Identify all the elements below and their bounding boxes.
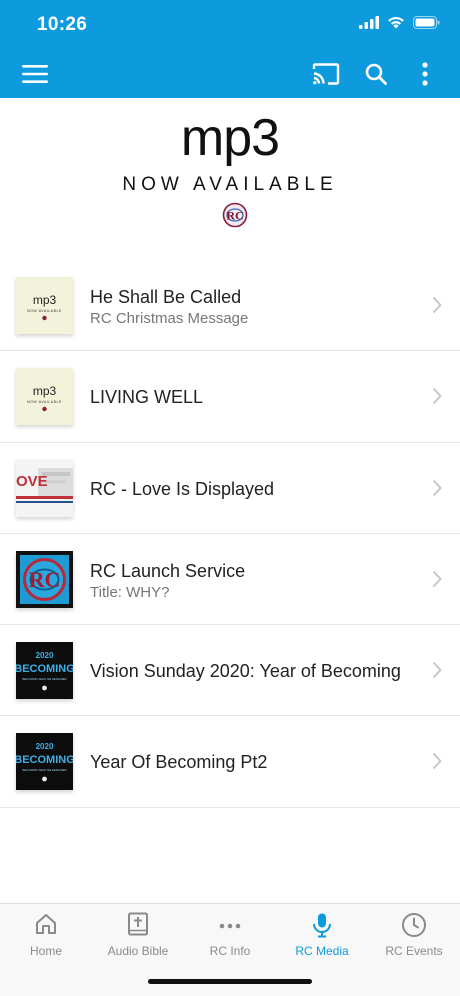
more-icon (219, 923, 241, 929)
status-bar: 10:26 (0, 0, 460, 50)
banner-subhead: NOW AVAILABLE (122, 174, 338, 195)
cast-button[interactable] (310, 58, 342, 90)
media-item[interactable]: 2020 BECOMING BECOMING WHAT HE DESIGNED … (0, 716, 460, 808)
clock-icon (402, 913, 426, 937)
svg-text:mp3: mp3 (33, 293, 57, 307)
svg-text:BECOMING WHAT HE DESIGNED: BECOMING WHAT HE DESIGNED (22, 768, 66, 772)
item-title: RC Launch Service (90, 560, 246, 581)
menu-button[interactable] (19, 58, 51, 90)
mp3-thumbnail-image: mp3 NOW AVAILABLE (16, 368, 73, 426)
search-button[interactable] (360, 58, 392, 90)
item-subtitle: RC Christmas Message (90, 310, 249, 327)
tab-audio-bible[interactable]: Audio Bible (92, 904, 184, 974)
rc-launch-thumbnail-image: RC (16, 550, 73, 608)
app-toolbar (0, 50, 460, 98)
svg-text:BECOMING: BECOMING (16, 663, 73, 675)
tab-rc-events[interactable]: RC Events (368, 904, 460, 974)
thumbnail: OVE (16, 459, 73, 517)
item-subtitle: Title: WHY? (90, 583, 170, 601)
tab-label: Audio Bible (107, 944, 169, 958)
tab-rc-media[interactable]: RC Media (276, 904, 368, 974)
svg-text:BECOMING: BECOMING (16, 754, 73, 766)
media-item[interactable]: RC RC Launch Service Title: WHY? (0, 534, 460, 626)
svg-text:2020: 2020 (36, 651, 54, 660)
tab-label: RC Media (295, 944, 349, 958)
tab-label: RC Info (209, 944, 251, 958)
battery-icon (413, 16, 440, 29)
media-list: mp3 NOW AVAILABLE He Shall Be Called RC … (0, 260, 460, 808)
promo-banner[interactable]: mp3 NOW AVAILABLE RC (0, 98, 460, 258)
media-item[interactable]: mp3 NOW AVAILABLE LIVING WELL (0, 351, 460, 443)
item-title: LIVING WELL (90, 387, 204, 408)
chevron-right-icon (432, 662, 442, 679)
tab-label: Home (29, 944, 62, 958)
banner-headline: mp3 (180, 109, 280, 167)
overflow-menu-button[interactable] (409, 58, 441, 90)
bible-icon (128, 912, 148, 936)
thumbnail: mp3 NOW AVAILABLE (16, 277, 73, 334)
svg-text:BECOMING WHAT HE DESIGNED: BECOMING WHAT HE DESIGNED (22, 677, 66, 681)
chevron-right-icon (432, 570, 442, 588)
chevron-right-icon (432, 753, 442, 770)
home-indicator (148, 979, 312, 984)
svg-text:NOW AVAILABLE: NOW AVAILABLE (27, 400, 62, 404)
media-item[interactable]: OVE RC - Love Is Displayed (0, 443, 460, 534)
item-title: He Shall Be Called (90, 287, 242, 307)
wifi-icon (388, 16, 404, 29)
svg-text:2020: 2020 (36, 742, 54, 751)
svg-text:mp3: mp3 (33, 384, 57, 398)
tab-home[interactable]: Home (0, 904, 92, 974)
svg-text:NOW AVAILABLE: NOW AVAILABLE (27, 309, 62, 313)
tab-label: RC Events (385, 944, 443, 958)
home-icon (36, 914, 56, 934)
svg-text:RC: RC (226, 209, 243, 223)
love-thumbnail-image: OVE (16, 459, 73, 517)
cast-icon (312, 63, 340, 85)
item-title: RC - Love Is Displayed (90, 478, 275, 499)
mp3-thumbnail-image: mp3 NOW AVAILABLE (16, 277, 73, 334)
status-time: 10:26 (37, 14, 88, 35)
thumbnail: RC (16, 550, 73, 608)
chevron-right-icon (432, 296, 442, 314)
svg-text:RC: RC (29, 567, 61, 592)
more-vertical-icon (422, 62, 428, 86)
chevron-right-icon (432, 388, 442, 405)
signal-icon (359, 16, 379, 29)
tab-rc-info[interactable]: RC Info (184, 904, 276, 974)
microphone-icon (313, 913, 331, 938)
status-icons (359, 16, 440, 29)
search-icon (365, 63, 387, 85)
app-header: 10:26 (0, 0, 460, 98)
item-title: Year Of Becoming Pt2 (90, 752, 268, 773)
becoming-thumbnail-image: 2020 BECOMING BECOMING WHAT HE DESIGNED (16, 642, 73, 700)
chevron-right-icon (432, 479, 442, 496)
thumbnail: mp3 NOW AVAILABLE (16, 368, 73, 426)
svg-text:OVE: OVE (16, 473, 48, 490)
rc-logo-icon: RC (222, 202, 248, 228)
media-item[interactable]: mp3 NOW AVAILABLE He Shall Be Called RC … (0, 260, 460, 352)
item-title: Vision Sunday 2020: Year of Becoming (90, 661, 401, 682)
thumbnail: 2020 BECOMING BECOMING WHAT HE DESIGNED (16, 642, 73, 700)
hamburger-icon (22, 65, 48, 83)
thumbnail: 2020 BECOMING BECOMING WHAT HE DESIGNED (16, 733, 73, 791)
becoming-thumbnail-image: 2020 BECOMING BECOMING WHAT HE DESIGNED (16, 733, 73, 791)
media-item[interactable]: 2020 BECOMING BECOMING WHAT HE DESIGNED … (0, 625, 460, 717)
